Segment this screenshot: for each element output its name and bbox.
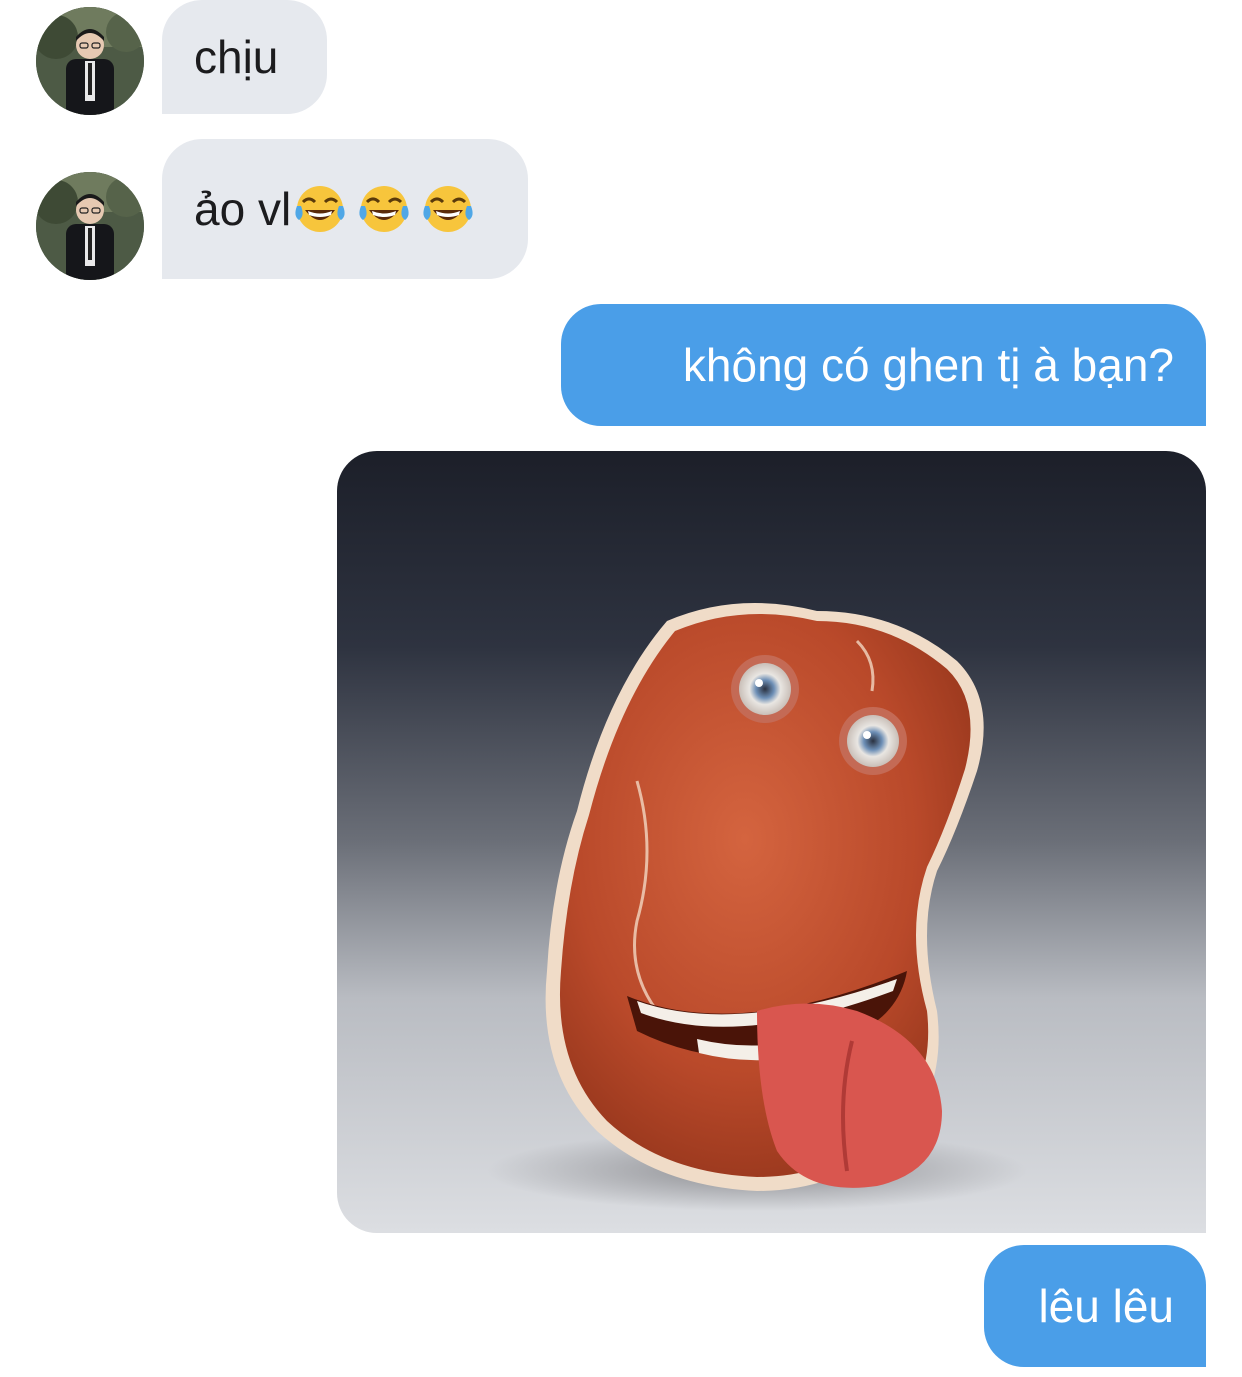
contact-avatar[interactable]	[36, 172, 144, 280]
message-text: lêu lêu	[1038, 1280, 1174, 1332]
tears-of-joy-icon	[293, 182, 347, 236]
tears-of-joy-icon	[357, 182, 411, 236]
emoji-group	[293, 182, 485, 236]
message-text: ảo vl	[194, 183, 292, 235]
outgoing-message-bubble[interactable]: lêu lêu	[984, 1245, 1206, 1367]
message-text: không có ghen tị à bạn?	[682, 339, 1174, 391]
outgoing-message-bubble[interactable]: không có ghen tị à bạn?	[561, 304, 1206, 426]
incoming-message-bubble[interactable]: ảo vl	[162, 139, 528, 279]
contact-avatar[interactable]	[36, 7, 144, 115]
tears-of-joy-icon	[421, 182, 475, 236]
incoming-message-bubble[interactable]: chịu	[162, 0, 327, 114]
outgoing-image-message[interactable]	[337, 451, 1206, 1233]
message-text: chịu	[194, 31, 279, 83]
